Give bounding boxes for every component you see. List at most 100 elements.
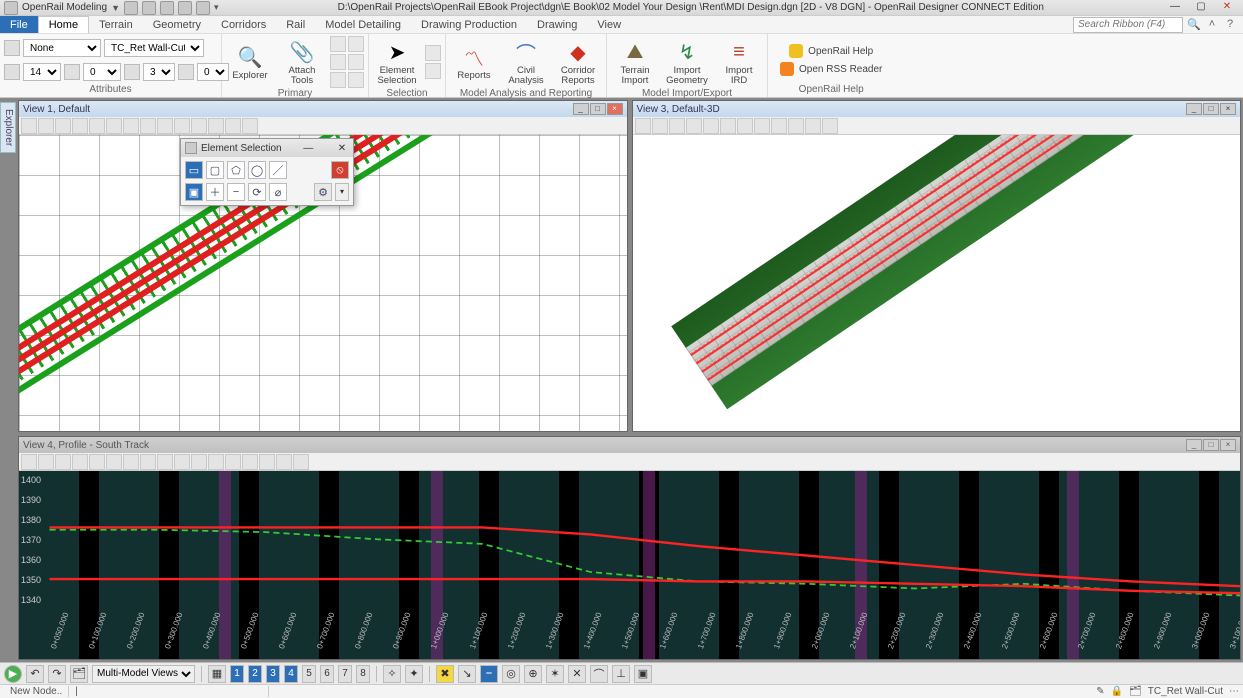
view1-tb-2[interactable] xyxy=(38,118,54,134)
view3-canvas[interactable] xyxy=(633,135,1241,431)
view4-tb-1[interactable] xyxy=(21,454,37,470)
view1-tb-9[interactable] xyxy=(157,118,173,134)
view4-close-button[interactable]: × xyxy=(1220,439,1236,451)
snap-origin-icon[interactable]: ⊕ xyxy=(524,665,542,683)
view4-max-button[interactable]: □ xyxy=(1203,439,1219,451)
qat-redo-icon[interactable] xyxy=(178,1,192,15)
nav-back-icon[interactable]: ↶ xyxy=(26,665,44,683)
view4-tb-12[interactable] xyxy=(208,454,224,470)
view4-tb-2[interactable] xyxy=(38,454,54,470)
view1-min-button[interactable]: _ xyxy=(573,103,589,115)
explorer-button[interactable]: 🔍 Explorer xyxy=(226,36,274,88)
view3-tb-3[interactable] xyxy=(669,118,685,134)
view3-tb-10[interactable] xyxy=(788,118,804,134)
ribbon-search-input[interactable] xyxy=(1073,17,1183,33)
view3-min-button[interactable]: _ xyxy=(1186,103,1202,115)
file-menu-button[interactable]: File xyxy=(0,16,38,33)
explorer-sidebar-tab[interactable]: Explorer xyxy=(0,102,16,153)
view3-tb-5[interactable] xyxy=(703,118,719,134)
template-select[interactable]: TC_Ret Wall-Cut xyxy=(104,39,204,57)
sel-mode-individual-icon[interactable]: ▭ xyxy=(185,161,203,179)
ribbon-tab-rail[interactable]: Rail xyxy=(276,16,315,33)
view3-tb-1[interactable] xyxy=(635,118,651,134)
view4-tb-14[interactable] xyxy=(242,454,258,470)
reports-button[interactable]: 〽 Reports xyxy=(450,36,498,88)
view-toggle-6[interactable]: 6 xyxy=(320,665,334,683)
view-toggle-4[interactable]: 4 xyxy=(284,665,298,683)
ribbon-tab-view[interactable]: View xyxy=(587,16,631,33)
snap-accudraw-icon[interactable]: ✧ xyxy=(383,665,401,683)
toolbox-close-button[interactable]: ✕ xyxy=(335,143,349,154)
view4-tb-5[interactable] xyxy=(89,454,105,470)
view1-tb-1[interactable] xyxy=(21,118,37,134)
window-maximize-button[interactable]: ▢ xyxy=(1189,1,1213,15)
view1-tb-4[interactable] xyxy=(72,118,88,134)
primary-sm-2[interactable] xyxy=(348,36,364,52)
profile-canvas[interactable]: 1400139013801370136013501340 0+050.0000+… xyxy=(19,471,1240,659)
ribbon-tab-model-detailing[interactable]: Model Detailing xyxy=(315,16,411,33)
view3-tb-8[interactable] xyxy=(754,118,770,134)
view1-tb-8[interactable] xyxy=(140,118,156,134)
view4-tb-8[interactable] xyxy=(140,454,156,470)
view-toggle-5[interactable]: 5 xyxy=(302,665,316,683)
view3-tb-7[interactable] xyxy=(737,118,753,134)
primary-sm-3[interactable] xyxy=(330,54,346,70)
snap-center-icon[interactable]: ◎ xyxy=(502,665,520,683)
sel-mode-block-icon[interactable]: ▢ xyxy=(206,161,224,179)
primary-sm-6[interactable] xyxy=(348,72,364,88)
view1-tb-12[interactable] xyxy=(208,118,224,134)
sel-method-invert-icon[interactable]: ⟳ xyxy=(248,183,266,201)
view4-tb-4[interactable] xyxy=(72,454,88,470)
ribbon-tab-corridors[interactable]: Corridors xyxy=(211,16,276,33)
view3-tb-11[interactable] xyxy=(805,118,821,134)
sel-mode-circle-icon[interactable]: ◯ xyxy=(248,161,266,179)
ribbon-tab-geometry[interactable]: Geometry xyxy=(143,16,211,33)
view3-max-button[interactable]: □ xyxy=(1203,103,1219,115)
view-layout-icon[interactable]: ▦ xyxy=(208,665,226,683)
search-icon[interactable]: 🔍 xyxy=(1187,18,1201,32)
view-toggle-1[interactable]: 1 xyxy=(230,665,244,683)
view4-tb-16[interactable] xyxy=(276,454,292,470)
workflow-dropdown-arrow[interactable]: ▼ xyxy=(111,3,120,13)
view1-tb-5[interactable] xyxy=(89,118,105,134)
import-geometry-button[interactable]: ↯ Import Geometry xyxy=(663,36,711,88)
view1-tb-3[interactable] xyxy=(55,118,71,134)
window-close-button[interactable]: ✕ xyxy=(1215,1,1239,15)
window-minimize-button[interactable]: — xyxy=(1163,1,1187,15)
ribbon-collapse-icon[interactable]: ˄ xyxy=(1205,18,1219,32)
lineweight-select[interactable]: 14 xyxy=(23,63,61,81)
civil-analysis-button[interactable]: ⌒ Civil Analysis xyxy=(502,36,550,88)
ribbon-tab-drawing-production[interactable]: Drawing Production xyxy=(411,16,527,33)
view4-tb-7[interactable] xyxy=(123,454,139,470)
view1-tb-14[interactable] xyxy=(242,118,258,134)
ribbon-tab-drawing[interactable]: Drawing xyxy=(527,16,587,33)
ribbon-tab-terrain[interactable]: Terrain xyxy=(89,16,143,33)
view-mode-select[interactable]: Multi-Model Views xyxy=(92,665,195,683)
view1-close-button[interactable]: × xyxy=(607,103,623,115)
view-toggle-8[interactable]: 8 xyxy=(356,665,370,683)
view1-tb-13[interactable] xyxy=(225,118,241,134)
view-toggle-3[interactable]: 3 xyxy=(266,665,280,683)
view4-tb-17[interactable] xyxy=(293,454,309,470)
attr-b-select[interactable]: 3 xyxy=(143,63,175,81)
view3-close-button[interactable]: × xyxy=(1220,103,1236,115)
sel-method-clear-icon[interactable]: ⌀ xyxy=(269,183,287,201)
sel-settings-icon[interactable]: ⚙ xyxy=(314,183,332,201)
status-more-icon[interactable]: ⋯ xyxy=(1229,686,1239,697)
view4-min-button[interactable]: _ xyxy=(1186,439,1202,451)
view3-tb-2[interactable] xyxy=(652,118,668,134)
attach-tools-button[interactable]: 📎 Attach Tools xyxy=(278,36,326,88)
status-pen-icon[interactable]: ✎ xyxy=(1096,686,1104,697)
view4-tb-9[interactable] xyxy=(157,454,173,470)
qat-open-icon[interactable] xyxy=(124,1,138,15)
view1-titlebar[interactable]: View 1, Default _ □ × xyxy=(19,101,627,117)
element-selection-button[interactable]: ➤ Element Selection xyxy=(373,36,421,88)
primary-sm-1[interactable] xyxy=(330,36,346,52)
view3-tb-4[interactable] xyxy=(686,118,702,134)
snap-tangent-icon[interactable]: ⌒ xyxy=(590,665,608,683)
sel-method-new-icon[interactable]: ▣ xyxy=(185,183,203,201)
snap-locks-icon[interactable]: ✦ xyxy=(405,665,423,683)
status-lock-icon[interactable]: 🔒 xyxy=(1111,686,1123,697)
rss-reader-link[interactable]: Open RSS Reader xyxy=(780,62,882,76)
qat-save-icon[interactable] xyxy=(142,1,156,15)
